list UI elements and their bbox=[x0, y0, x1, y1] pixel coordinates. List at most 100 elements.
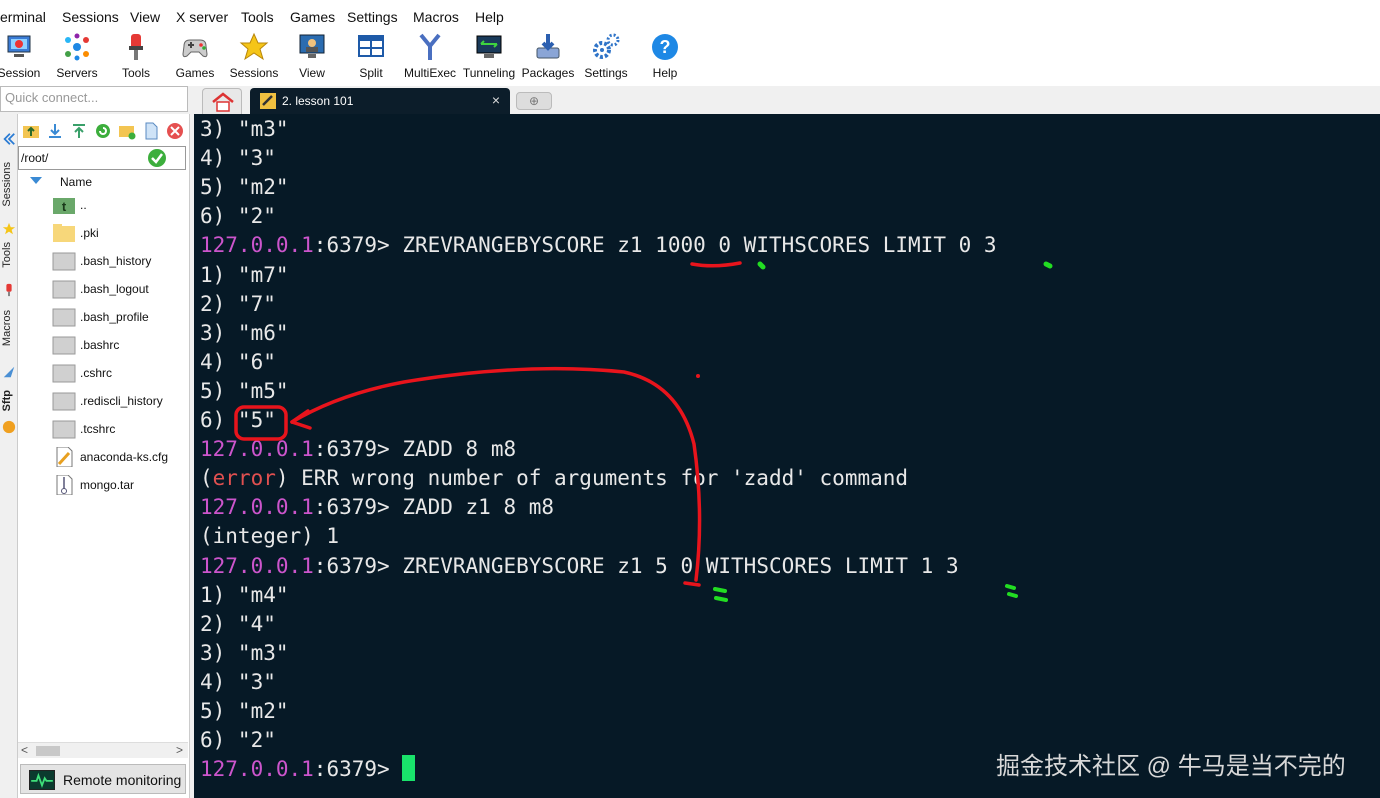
help-button[interactable]: ? Help bbox=[636, 30, 694, 86]
multiexec-icon bbox=[419, 33, 441, 60]
column-name-label: Name bbox=[60, 175, 93, 189]
file-icon bbox=[52, 392, 76, 411]
packages-button[interactable]: Packages bbox=[519, 30, 577, 86]
new-folder-icon[interactable] bbox=[118, 122, 136, 140]
side-tab-strip: Sessions Tools Macros Sftp bbox=[0, 114, 18, 798]
watermark-text: 掘金技术社区 @ 牛马是当不完的 bbox=[996, 753, 1346, 780]
settings-button[interactable]: Settings bbox=[577, 30, 635, 86]
monitor-icon bbox=[29, 770, 55, 790]
tools-icon bbox=[129, 34, 143, 60]
multiexec-button[interactable]: MultiExec bbox=[401, 30, 459, 86]
side-tab-macros[interactable]: Macros bbox=[1, 310, 17, 346]
delete-icon[interactable] bbox=[166, 122, 184, 140]
sftp-panel: /root/ Name t .. .pki .bash_history .bas… bbox=[18, 114, 190, 798]
view-icon bbox=[299, 34, 325, 58]
servers-icon bbox=[65, 33, 89, 61]
sftp-icon bbox=[2, 420, 16, 434]
file-item-tcshrc[interactable]: .tcshrc bbox=[50, 416, 190, 442]
sessions-button[interactable]: Sessions bbox=[225, 30, 283, 86]
menu-sessions[interactable]: Sessions bbox=[62, 9, 119, 25]
remote-monitoring-button[interactable]: Remote monitoring bbox=[20, 764, 186, 794]
svg-text:t: t bbox=[62, 199, 67, 214]
folder-icon bbox=[53, 224, 75, 242]
tunneling-icon bbox=[476, 35, 502, 58]
menu-terminal[interactable]: erminal bbox=[0, 9, 46, 25]
parent-folder-icon[interactable] bbox=[22, 122, 40, 140]
file-icon bbox=[52, 364, 76, 383]
tab-label: 2. lesson 101 bbox=[282, 94, 354, 108]
side-tab-tools[interactable]: Tools bbox=[1, 242, 17, 268]
terminal-tab-icon bbox=[260, 93, 276, 109]
parent-folder-icon: t bbox=[53, 198, 75, 214]
archive-file-icon bbox=[56, 475, 73, 495]
menu-x-server[interactable]: X server bbox=[176, 9, 228, 25]
macros-icon bbox=[3, 366, 15, 378]
menu-macros[interactable]: Macros bbox=[413, 9, 459, 25]
new-tab-button[interactable]: ⊕ bbox=[516, 92, 552, 110]
sftp-column-header[interactable]: Name bbox=[18, 172, 190, 192]
close-tab-icon[interactable]: × bbox=[492, 92, 500, 108]
file-item-rediscli-history[interactable]: .rediscli_history bbox=[50, 388, 190, 414]
config-file-icon bbox=[56, 447, 73, 467]
games-button[interactable]: Games bbox=[166, 30, 224, 86]
file-item-bash-profile[interactable]: .bash_profile bbox=[50, 304, 190, 330]
scroll-left-icon[interactable]: < bbox=[21, 743, 28, 757]
sftp-horizontal-scrollbar[interactable]: < > bbox=[18, 742, 188, 758]
quick-connect-input[interactable]: Quick connect... bbox=[0, 86, 188, 112]
collapse-icon[interactable] bbox=[2, 132, 16, 146]
star-icon bbox=[239, 32, 269, 61]
pen-annotations bbox=[234, 261, 1053, 602]
file-item-cshrc[interactable]: .cshrc bbox=[50, 360, 190, 386]
menu-bar: erminal Sessions View X server Tools Gam… bbox=[0, 0, 1380, 30]
packages-icon bbox=[536, 34, 560, 59]
home-icon bbox=[212, 92, 234, 112]
file-item-bashrc[interactable]: .bashrc bbox=[50, 332, 190, 358]
gears-icon bbox=[593, 33, 620, 59]
tools-button[interactable]: Tools bbox=[107, 30, 165, 86]
view-button[interactable]: View bbox=[283, 30, 341, 86]
sftp-toolbar bbox=[18, 118, 190, 144]
split-button[interactable]: Split bbox=[342, 30, 400, 86]
file-item-anaconda-ks[interactable]: anaconda-ks.cfg bbox=[50, 444, 190, 470]
menu-settings[interactable]: Settings bbox=[347, 9, 398, 25]
file-icon bbox=[52, 252, 76, 271]
scroll-thumb[interactable] bbox=[36, 746, 60, 756]
session-button[interactable]: Session bbox=[0, 30, 48, 86]
upload-icon[interactable] bbox=[70, 122, 88, 140]
refresh-icon[interactable] bbox=[94, 122, 112, 140]
file-icon bbox=[52, 420, 76, 439]
star-icon bbox=[2, 222, 16, 235]
terminal-screen[interactable]: 3) "m3" 4) "3" 5) "m2" 6) "2" 127.0.0.1:6379… bbox=[194, 114, 1380, 798]
toolbar: Session Servers Tools Games Sessions Vie… bbox=[0, 30, 1380, 86]
file-item-parent[interactable]: t .. bbox=[50, 192, 190, 218]
help-icon: ? bbox=[652, 34, 678, 60]
menu-help[interactable]: Help bbox=[475, 9, 504, 25]
scroll-right-icon[interactable]: > bbox=[176, 743, 183, 757]
file-item-pki[interactable]: .pki bbox=[50, 220, 190, 246]
games-icon bbox=[182, 39, 208, 58]
svg-text:?: ? bbox=[660, 37, 671, 57]
file-item-bash-logout[interactable]: .bash_logout bbox=[50, 276, 190, 302]
file-icon bbox=[52, 336, 76, 355]
tab-home[interactable] bbox=[202, 88, 242, 114]
path-confirm-icon[interactable] bbox=[148, 149, 166, 167]
sort-arrow-icon bbox=[30, 177, 42, 184]
file-item-bash-history[interactable]: .bash_history bbox=[50, 248, 190, 274]
file-icon bbox=[52, 280, 76, 299]
tab-lesson-101[interactable]: 2. lesson 101 × bbox=[250, 88, 510, 114]
download-icon[interactable] bbox=[46, 122, 64, 140]
side-tab-sftp[interactable]: Sftp bbox=[1, 390, 17, 411]
session-icon bbox=[7, 35, 31, 57]
split-icon bbox=[358, 35, 384, 57]
file-icon bbox=[52, 308, 76, 327]
servers-button[interactable]: Servers bbox=[48, 30, 106, 86]
tab-bar: 2. lesson 101 × ⊕ bbox=[194, 86, 1380, 114]
file-item-mongo-tar[interactable]: mongo.tar bbox=[50, 472, 190, 498]
new-file-icon[interactable] bbox=[142, 122, 160, 140]
menu-games[interactable]: Games bbox=[290, 9, 335, 25]
tools-icon bbox=[6, 283, 12, 297]
menu-tools[interactable]: Tools bbox=[241, 9, 274, 25]
menu-view[interactable]: View bbox=[130, 9, 160, 25]
tunneling-button[interactable]: Tunneling bbox=[460, 30, 518, 86]
side-tab-sessions[interactable]: Sessions bbox=[1, 162, 17, 207]
